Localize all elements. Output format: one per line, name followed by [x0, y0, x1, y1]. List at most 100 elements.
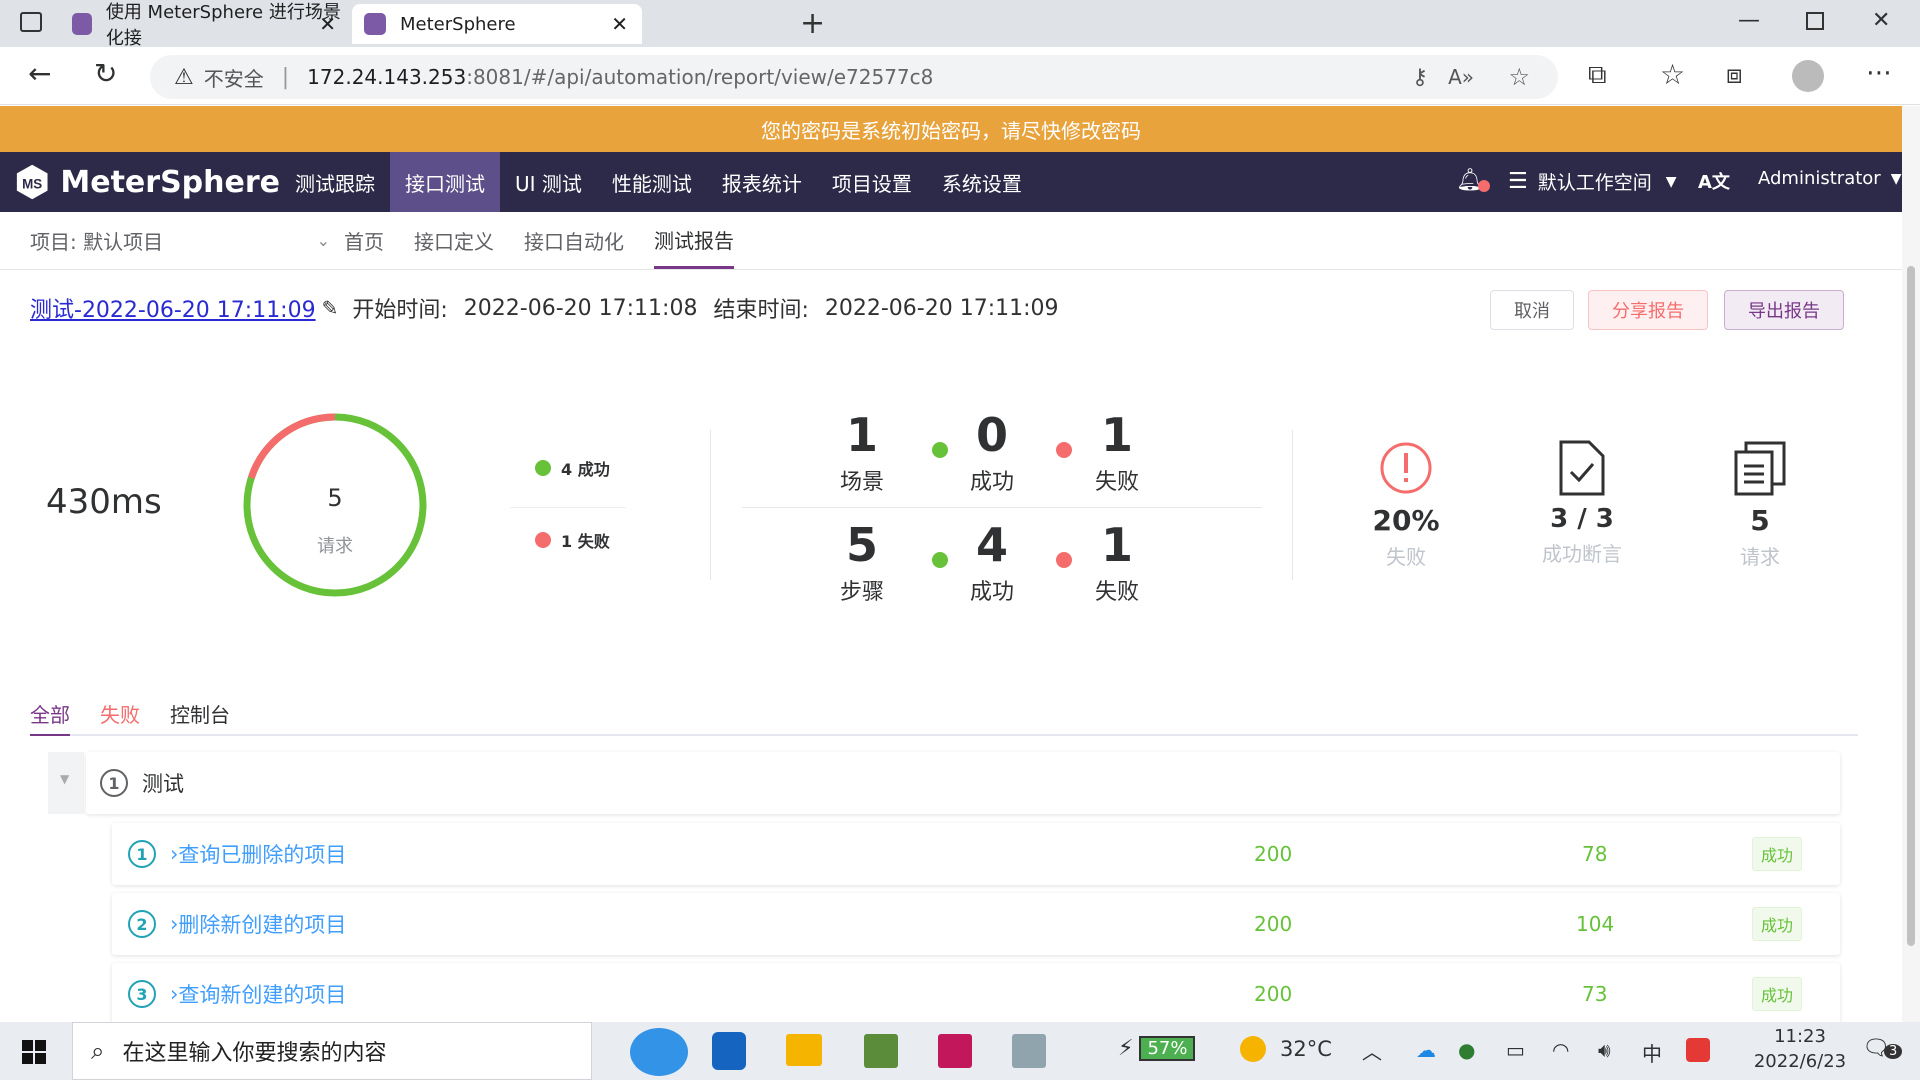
file-explorer-icon[interactable] — [786, 1034, 822, 1066]
windows-start-icon[interactable] — [22, 1040, 46, 1064]
step-success-label: 成功 — [969, 580, 1014, 605]
workspace-switcher[interactable]: ☰ 默认工作空间 ▼ — [1508, 168, 1677, 195]
reload-icon[interactable]: ↻ — [94, 57, 117, 90]
back-icon[interactable]: ← — [28, 57, 51, 90]
project-selector[interactable]: 项目: 默认项目 ⌄ — [30, 226, 330, 255]
nav-report-stats[interactable]: 报表统计 — [707, 152, 817, 212]
assertion-value: 3 / 3 — [1550, 504, 1614, 534]
intellij-icon[interactable] — [938, 1034, 972, 1068]
user-name: Administrator — [1758, 168, 1881, 189]
nav-system-settings[interactable]: 系统设置 — [927, 152, 1037, 212]
read-aloud-icon[interactable]: A» — [1448, 65, 1474, 89]
scenario-row[interactable]: 1 测试 — [86, 752, 1840, 814]
request-name[interactable]: 查询新创建的项目 — [178, 979, 346, 1009]
request-name[interactable]: 删除新创建的项目 — [178, 909, 346, 939]
collections-icon[interactable]: ⧈ — [1726, 60, 1743, 91]
key-icon[interactable]: ⚷ — [1412, 65, 1428, 90]
requests-value: 5 — [1750, 504, 1770, 537]
temperature: 32°C — [1280, 1037, 1332, 1061]
notification-center-icon[interactable]: 🗨︎3 — [1862, 1036, 1903, 1061]
app-logo[interactable]: MS MeterSphere — [0, 162, 280, 202]
scenario-fail-label: 失败 — [1094, 470, 1139, 495]
tree-expand-toggle[interactable]: ▼ — [48, 752, 84, 814]
volume-icon[interactable]: 🔊︎ — [1598, 1038, 1611, 1062]
taskbar-search[interactable]: ⌕ 在这里输入你要搜索的内容 — [72, 1022, 592, 1080]
tab-title: MeterSphere — [400, 13, 516, 35]
scrollbar-thumb[interactable] — [1907, 266, 1915, 946]
notification-bell-icon[interactable]: 🔔︎ — [1456, 168, 1490, 193]
page-scrollbar[interactable] — [1902, 106, 1920, 1022]
new-tab-icon[interactable]: + — [800, 6, 825, 41]
tab-console[interactable]: 控制台 — [170, 699, 230, 728]
tab-actions-icon[interactable] — [20, 12, 42, 32]
report-name-link[interactable]: 测试-2022-06-20 17:11:09 — [30, 292, 316, 324]
separator: | — [281, 64, 290, 90]
end-time-label: 结束时间: — [713, 298, 809, 323]
close-tab-icon[interactable]: ✕ — [611, 12, 628, 36]
chevron-down-icon: ⌄ — [316, 231, 330, 250]
wifi-icon[interactable]: ◠ — [1552, 1038, 1569, 1062]
request-name[interactable]: 查询已删除的项目 — [178, 839, 346, 869]
tab-all[interactable]: 全部 — [30, 692, 70, 736]
tab-fail[interactable]: 失败 — [100, 699, 140, 728]
battery-indicator[interactable]: ⚡ 57% — [1118, 1036, 1196, 1061]
maximize-icon[interactable] — [1806, 12, 1824, 30]
nav-api-test[interactable]: 接口测试 — [390, 152, 500, 212]
request-row[interactable]: 2 › 删除新创建的项目 200 104 成功 — [112, 893, 1840, 955]
cloud-icon[interactable]: ☁ — [1416, 1038, 1436, 1062]
more-menu-icon[interactable]: ⋯ — [1866, 58, 1892, 88]
extensions-icon[interactable]: ⧉ — [1588, 60, 1607, 91]
cancel-button[interactable]: 取消 — [1490, 290, 1574, 330]
fail-rate-label: 失败 — [1386, 545, 1426, 569]
nav-project-settings[interactable]: 项目设置 — [817, 152, 927, 212]
subnav-test-report[interactable]: 测试报告 — [654, 213, 734, 269]
password-warning-banner: 您的密码是系统初始密码，请尽快修改密码 — [0, 106, 1902, 152]
legend-fail: 1 失败 — [535, 528, 610, 552]
weather-widget[interactable]: 32°C — [1240, 1036, 1332, 1062]
profile-avatar[interactable] — [1792, 60, 1824, 92]
favorite-add-icon[interactable]: ☆ — [1508, 63, 1530, 91]
list-icon: ☰ — [1508, 169, 1528, 194]
ime-indicator[interactable]: 中 — [1642, 1038, 1662, 1067]
app-icon[interactable] — [1012, 1034, 1046, 1068]
nav-test-track[interactable]: 测试跟踪 — [280, 152, 390, 212]
browser-tab-2[interactable]: MeterSphere ✕ — [352, 4, 642, 44]
language-icon[interactable]: A文 — [1698, 168, 1730, 194]
request-row[interactable]: 1 › 查询已删除的项目 200 78 成功 — [112, 823, 1840, 885]
sogou-icon[interactable] — [1686, 1038, 1710, 1062]
close-tab-icon[interactable]: ✕ — [319, 12, 336, 36]
favorites-icon[interactable]: ☆ — [1660, 58, 1685, 91]
app-icon[interactable] — [864, 1034, 898, 1068]
user-menu[interactable]: Administrator ▼ — [1758, 168, 1902, 189]
row-index: 1 — [100, 769, 128, 797]
nav-ui-test[interactable]: UI 测试 — [500, 152, 597, 212]
edge-browser-icon[interactable] — [630, 1028, 688, 1076]
fail-dot — [1056, 552, 1072, 568]
request-row[interactable]: 3 › 查询新创建的项目 200 73 成功 — [112, 963, 1840, 1025]
share-report-button[interactable]: 分享报告 — [1588, 290, 1708, 330]
close-window-icon[interactable]: ✕ — [1872, 8, 1890, 33]
security-label[interactable]: 不安全 — [204, 63, 264, 92]
end-time-value: 2022-06-20 17:11:09 — [824, 295, 1059, 321]
battery-icon[interactable]: ▭ — [1506, 1038, 1525, 1062]
divider — [1292, 430, 1293, 580]
clock[interactable]: 11:23 2022/6/23 — [1740, 1026, 1860, 1072]
exclamation-circle-icon — [1380, 442, 1432, 494]
requests-label: 请求 — [1740, 545, 1780, 569]
clock-time: 11:23 — [1774, 1026, 1826, 1047]
subnav-api-definition[interactable]: 接口定义 — [414, 213, 494, 269]
subnav-api-automation[interactable]: 接口自动化 — [524, 213, 624, 269]
chevron-up-icon[interactable]: ︿ — [1362, 1036, 1382, 1065]
edit-icon[interactable]: ✎ — [322, 296, 339, 320]
address-bar[interactable]: ⚠ 不安全 | 172.24.143.253 :8081/#/api/autom… — [150, 55, 1558, 99]
export-report-button[interactable]: 导出报告 — [1724, 290, 1844, 330]
wechat-icon[interactable]: ● — [1458, 1038, 1475, 1062]
metersphere-logo-icon: MS — [16, 164, 48, 200]
app-icon[interactable] — [712, 1032, 746, 1070]
browser-tab-1[interactable]: 使用 MeterSphere 进行场景化接 ✕ — [60, 2, 350, 49]
response-code: 200 — [1254, 842, 1293, 866]
step-fail-label: 失败 — [1094, 580, 1139, 605]
minimize-icon[interactable]: — — [1738, 8, 1760, 33]
nav-performance-test[interactable]: 性能测试 — [597, 152, 707, 212]
subnav-home[interactable]: 首页 — [344, 213, 384, 269]
